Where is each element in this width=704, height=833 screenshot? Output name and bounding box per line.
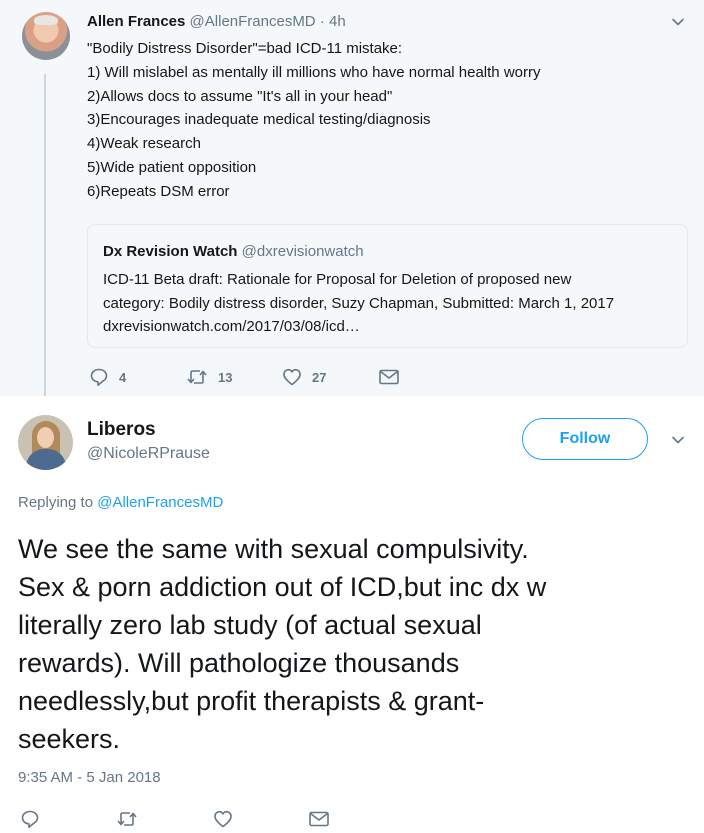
tweet-text-line: 6)Repeats DSM error xyxy=(87,182,230,200)
tweet-text-line: 4)Weak research xyxy=(87,135,201,153)
reply-button[interactable]: 4 xyxy=(89,366,126,388)
tweet-text-line: "Bodily Distress Disorder"=bad ICD-11 mi… xyxy=(87,40,403,57)
direct-message-icon xyxy=(378,367,400,387)
tweet-text-line: needlessly,but profit therapists & grant… xyxy=(18,686,485,716)
replying-to-prefix: Replying to xyxy=(18,494,98,511)
tweet-text-line: seekers. xyxy=(18,724,121,754)
replying-to-mention[interactable]: @AllenFrancesMD xyxy=(97,494,223,511)
like-button[interactable] xyxy=(213,808,233,830)
thread-connector-line xyxy=(44,74,46,396)
avatar[interactable] xyxy=(18,415,73,470)
avatar[interactable] xyxy=(22,12,70,60)
author-handle[interactable]: @AllenFrancesMD xyxy=(190,13,316,30)
avatar-torso xyxy=(26,449,66,470)
retweet-button[interactable] xyxy=(116,808,138,830)
quoted-tweet-header: Dx Revision Watch @dxrevisionwatch xyxy=(103,242,364,262)
retweet-icon xyxy=(186,367,208,387)
chevron-down-icon[interactable] xyxy=(671,433,685,447)
author-name[interactable]: Liberos xyxy=(87,418,156,442)
like-count: 27 xyxy=(312,369,327,385)
quoted-text-line: ICD-11 Beta draft: Rationale for Proposa… xyxy=(103,271,572,288)
quoted-tweet-card[interactable]: Dx Revision Watch @dxrevisionwatch ICD-1… xyxy=(87,224,688,348)
quoted-author-handle: @dxrevisionwatch xyxy=(241,243,364,260)
tweet-text-line: rewards). Will pathologize thousands xyxy=(18,648,460,678)
replying-to-line: Replying to @AllenFrancesMD xyxy=(18,493,223,513)
quoted-author-name: Dx Revision Watch xyxy=(103,243,238,260)
reply-button[interactable] xyxy=(20,808,40,830)
direct-message-button[interactable] xyxy=(308,808,330,830)
quoted-text-line: dxrevisionwatch.com/2017/03/08/icd… xyxy=(103,318,360,335)
like-button[interactable]: 27 xyxy=(282,366,326,388)
like-icon xyxy=(213,809,233,829)
tweet-text-line: 1) Will mislabel as mentally ill million… xyxy=(87,63,541,81)
tweet-time-ago[interactable]: 4h xyxy=(329,13,346,30)
direct-message-icon xyxy=(308,809,330,829)
tweet-text-line: 2)Allows docs to assume "It's all in you… xyxy=(87,87,393,105)
tweet-text-line: literally zero lab study (of actual sexu… xyxy=(18,610,482,640)
main-tweet-text: We see the same with sexual compulsivity… xyxy=(18,530,698,758)
retweet-icon xyxy=(116,809,138,829)
tweet-text-line: Sex & porn addiction out of ICD,but inc … xyxy=(18,572,547,602)
quoted-text-line: category: Bodily distress disorder, Suzy… xyxy=(103,294,615,312)
reply-icon xyxy=(20,809,40,829)
chevron-down-icon[interactable] xyxy=(671,15,685,29)
tweet-text-line: We see the same with sexual compulsivity… xyxy=(18,534,529,564)
parent-tweet[interactable]: Allen Frances @AllenFrancesMD · 4h "Bodi… xyxy=(0,0,704,396)
avatar-face xyxy=(37,427,54,448)
follow-button[interactable]: Follow xyxy=(522,418,648,460)
parent-tweet-header: Allen Frances @AllenFrancesMD · 4h xyxy=(87,12,346,32)
tweet-text-line: 5)Wide patient opposition xyxy=(87,158,257,176)
like-icon xyxy=(282,367,302,387)
direct-message-button[interactable] xyxy=(378,366,400,388)
retweet-button[interactable]: 13 xyxy=(186,366,232,388)
reply-count: 4 xyxy=(119,369,127,385)
parent-tweet-text: "Bodily Distress Disorder"=bad ICD-11 mi… xyxy=(87,37,687,204)
tweet-timestamp[interactable]: 9:35 AM - 5 Jan 2018 xyxy=(18,768,161,788)
author-name[interactable]: Allen Frances xyxy=(87,13,185,30)
header-separator: · xyxy=(315,13,329,30)
reply-icon xyxy=(89,367,109,387)
retweet-count: 13 xyxy=(218,369,233,385)
quoted-tweet-text: ICD-11 Beta draft: Rationale for Proposa… xyxy=(103,268,678,339)
author-handle[interactable]: @NicoleRPrause xyxy=(87,444,210,464)
tweet-text-line: 3)Encourages inadequate medical testing/… xyxy=(87,111,431,129)
